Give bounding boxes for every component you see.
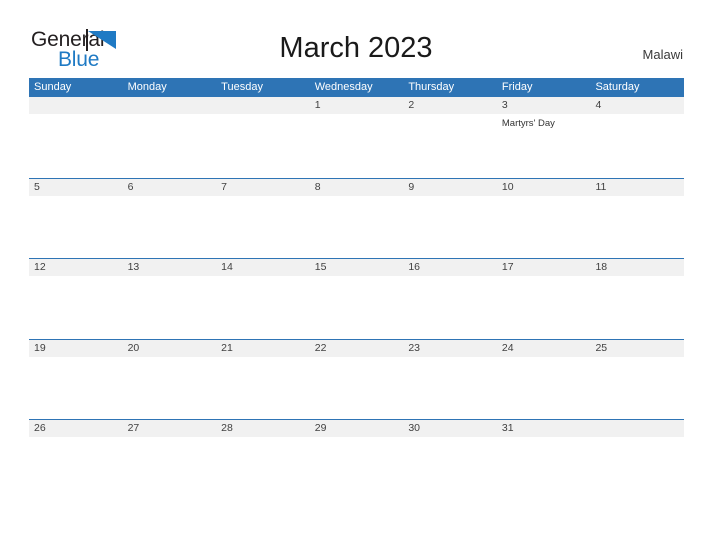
day-event [29, 437, 123, 440]
day-event [590, 196, 684, 199]
calendar-week-row: 12 13 14 15 16 17 18 [29, 258, 684, 339]
day-event [403, 196, 497, 199]
day-event [29, 114, 123, 130]
week-event-band [29, 357, 684, 360]
day-number[interactable]: 5 [29, 179, 123, 196]
day-event [497, 357, 591, 360]
week-day-number-band: 5 6 7 8 9 10 11 [29, 177, 684, 196]
weekday-header-row: Sunday Monday Tuesday Wednesday Thursday… [29, 78, 684, 97]
calendar-week-row: 5 6 7 8 9 10 11 [29, 177, 684, 259]
weekday-header-sunday: Sunday [34, 81, 72, 93]
day-number[interactable]: 26 [29, 420, 123, 437]
day-number[interactable]: 11 [590, 179, 684, 196]
day-number[interactable]: 30 [403, 420, 497, 437]
day-number[interactable]: 1 [310, 97, 404, 114]
day-event [29, 276, 123, 279]
day-event [216, 276, 310, 279]
day-number[interactable]: 4 [590, 97, 684, 114]
weekday-header-monday: Monday [127, 81, 167, 93]
calendar-week-row: 19 20 21 22 23 24 25 [29, 338, 684, 420]
week-day-number-band: 1 2 3 4 [29, 97, 684, 114]
day-number[interactable]: 9 [403, 179, 497, 196]
day-number[interactable]: 17 [497, 259, 591, 276]
day-event [403, 276, 497, 279]
week-day-number-band: 12 13 14 15 16 17 18 [29, 258, 684, 276]
day-event [310, 114, 404, 130]
day-event [216, 114, 310, 130]
day-number[interactable]: 10 [497, 179, 591, 196]
day-number[interactable]: 16 [403, 259, 497, 276]
week-event-band [29, 276, 684, 279]
calendar-grid: Sunday Monday Tuesday Wednesday Thursday… [29, 78, 684, 447]
day-number[interactable]: 7 [216, 179, 310, 196]
day-number[interactable]: 15 [310, 259, 404, 276]
calendar-week-row: 1 2 3 4 Martyrs' Day [29, 97, 684, 178]
day-number[interactable]: 31 [497, 420, 591, 437]
day-number[interactable]: 2 [403, 97, 497, 114]
day-event [29, 196, 123, 199]
day-event [403, 357, 497, 360]
day-event [216, 196, 310, 199]
day-number[interactable]: 18 [590, 259, 684, 276]
day-event [310, 196, 404, 199]
day-event [590, 114, 684, 130]
day-number[interactable]: 12 [29, 259, 123, 276]
day-number[interactable]: 28 [216, 420, 310, 437]
day-number[interactable]: 25 [590, 340, 684, 357]
week-day-number-band: 26 27 28 29 30 31 [29, 419, 684, 437]
week-event-band [29, 196, 684, 199]
week-event-band: Martyrs' Day [29, 114, 684, 130]
day-event [216, 357, 310, 360]
week-event-band [29, 437, 684, 440]
day-event [29, 357, 123, 360]
day-event [403, 114, 497, 130]
day-number[interactable]: 29 [310, 420, 404, 437]
day-event [310, 437, 404, 440]
day-number[interactable]: 19 [29, 340, 123, 357]
weekday-header-tuesday: Tuesday [221, 81, 263, 93]
day-event [590, 357, 684, 360]
day-event [123, 114, 217, 130]
day-number[interactable]: 20 [123, 340, 217, 357]
day-event-holiday: Martyrs' Day [501, 118, 555, 129]
weekday-header-wednesday: Wednesday [314, 81, 373, 93]
day-event [497, 196, 591, 199]
day-number[interactable] [29, 97, 123, 114]
day-number[interactable]: 8 [310, 179, 404, 196]
weekday-header-thursday: Thursday [408, 81, 455, 93]
day-number[interactable]: 6 [123, 179, 217, 196]
day-event [123, 196, 217, 199]
day-event [123, 276, 217, 279]
day-number[interactable] [123, 97, 217, 114]
day-number[interactable] [590, 420, 684, 437]
day-event [403, 437, 497, 440]
page-title: March 2023 [279, 32, 433, 64]
day-number[interactable]: 23 [403, 340, 497, 357]
day-number[interactable]: 3 [497, 97, 591, 114]
day-number[interactable]: 22 [310, 340, 404, 357]
day-number[interactable]: 24 [497, 340, 591, 357]
day-event [123, 357, 217, 360]
day-event [590, 276, 684, 279]
day-event [123, 437, 217, 440]
day-number[interactable] [216, 97, 310, 114]
weekday-header-friday: Friday [501, 81, 533, 93]
day-event [590, 437, 684, 440]
day-number[interactable]: 27 [123, 420, 217, 437]
day-event [216, 437, 310, 440]
day-event [497, 437, 591, 440]
weekday-header-saturday: Saturday [595, 81, 640, 93]
day-event [310, 357, 404, 360]
day-event [310, 276, 404, 279]
week-day-number-band: 19 20 21 22 23 24 25 [29, 338, 684, 357]
day-event [497, 276, 591, 279]
day-number[interactable]: 14 [216, 259, 310, 276]
day-number[interactable]: 21 [216, 340, 310, 357]
locale-label: Malawi [642, 47, 683, 62]
calendar-week-row: 26 27 28 29 30 31 [29, 419, 684, 447]
page-header: General Blue March 2023 Malawi [0, 0, 712, 76]
day-number[interactable]: 13 [123, 259, 217, 276]
